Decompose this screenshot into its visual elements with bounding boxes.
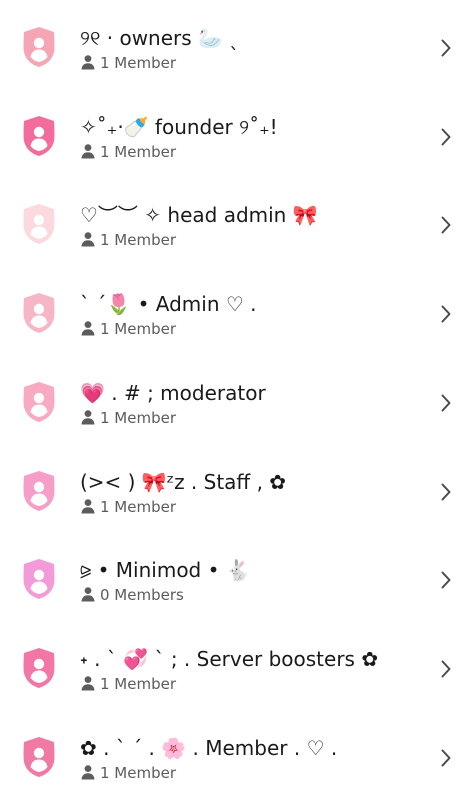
- shield-person-icon: [21, 115, 57, 157]
- shield-person-icon: [21, 292, 57, 334]
- person-icon: [80, 409, 96, 425]
- role-row[interactable]: ✧˚₊‧🍼 founder ୨˚₊! 1 Member: [0, 89, 474, 178]
- role-row[interactable]: ˖ . ` 💞 ` ; . Server boosters ✿ 1 Member: [0, 621, 474, 710]
- role-row[interactable]: ⪩ • Minimod • 🐇 0 Members: [0, 532, 474, 621]
- role-name: ♡︶︶ ✧ head admin 🎀: [80, 203, 318, 228]
- person-icon: [80, 586, 96, 602]
- member-count-label: 1 Member: [100, 497, 177, 516]
- chevron-right-icon: [440, 393, 452, 413]
- role-row[interactable]: ✿ . ˋ ˊ . 🌸 . Member . ♡ . 1 Member: [0, 710, 474, 798]
- role-row[interactable]: 💗 . # ; moderator 1 Member: [0, 355, 474, 444]
- chevron-right-icon: [440, 748, 452, 768]
- role-name: (>< ) 🎀ᶻz . Staff , ✿: [80, 469, 287, 494]
- role-member-count: 0 Members: [80, 585, 184, 605]
- shield-person-icon: [21, 203, 57, 245]
- member-count-label: 1 Member: [100, 320, 177, 339]
- chevron-right-icon: [440, 127, 452, 147]
- role-list: ୨୧ · owners 🦢 ˎ1 Member ✧˚₊‧🍼 founder ୨˚₊…: [0, 0, 474, 789]
- role-name: ✧˚₊‧🍼 founder ୨˚₊!: [80, 114, 278, 139]
- person-icon: [80, 675, 96, 691]
- chevron-right-icon: [440, 659, 452, 679]
- member-count-label: 1 Member: [100, 763, 177, 782]
- shield-person-icon: [21, 647, 57, 689]
- chevron-right-icon: [440, 570, 452, 590]
- role-row[interactable]: (>< ) 🎀ᶻz . Staff , ✿ 1 Member: [0, 444, 474, 533]
- chevron-right-icon: [440, 304, 452, 324]
- member-count-label: 1 Member: [100, 142, 177, 161]
- role-name: ୨୧ · owners 🦢 ˎ: [80, 26, 240, 50]
- person-icon: [80, 498, 96, 514]
- person-icon: [80, 231, 96, 247]
- shield-person-icon: [21, 736, 57, 778]
- chevron-right-icon: [440, 38, 452, 58]
- role-name: ˋ ˊ🌷 • Admin ♡ .: [80, 292, 257, 317]
- chevron-right-icon: [440, 215, 452, 235]
- member-count-label: 0 Members: [100, 586, 184, 605]
- role-member-count: 1 Member: [80, 53, 176, 73]
- role-member-count: 1 Member: [80, 230, 176, 250]
- shield-person-icon: [21, 470, 57, 512]
- role-name: 💗 . # ; moderator: [80, 380, 266, 405]
- role-row[interactable]: ୨୧ · owners 🦢 ˎ 1 Member: [0, 0, 474, 89]
- shield-person-icon: [21, 558, 57, 600]
- person-icon: [80, 320, 96, 336]
- person-icon: [80, 54, 96, 70]
- member-count-label: 1 Member: [100, 408, 177, 427]
- role-name: ⪩ • Minimod • 🐇: [80, 558, 251, 583]
- role-member-count: 1 Member: [80, 408, 176, 428]
- role-member-count: 1 Member: [80, 142, 176, 162]
- member-count-label: 1 Member: [100, 54, 177, 72]
- shield-person-icon: [21, 381, 57, 423]
- member-count-label: 1 Member: [100, 674, 177, 693]
- role-member-count: 1 Member: [80, 319, 176, 339]
- chevron-right-icon: [440, 482, 452, 502]
- role-row[interactable]: ♡︶︶ ✧ head admin 🎀 1 Member: [0, 177, 474, 266]
- person-icon: [80, 143, 96, 159]
- shield-person-icon: [21, 26, 57, 68]
- role-member-count: 1 Member: [80, 497, 176, 517]
- person-icon: [80, 764, 96, 780]
- role-row[interactable]: ˋ ˊ🌷 • Admin ♡ . 1 Member: [0, 266, 474, 355]
- role-member-count: 1 Member: [80, 674, 176, 694]
- role-name: ˖ . ` 💞 ` ; . Server boosters ✿: [80, 646, 379, 671]
- role-member-count: 1 Member: [80, 763, 176, 783]
- role-name: ✿ . ˋ ˊ . 🌸 . Member . ♡ .: [80, 735, 338, 760]
- member-count-label: 1 Member: [100, 231, 177, 250]
